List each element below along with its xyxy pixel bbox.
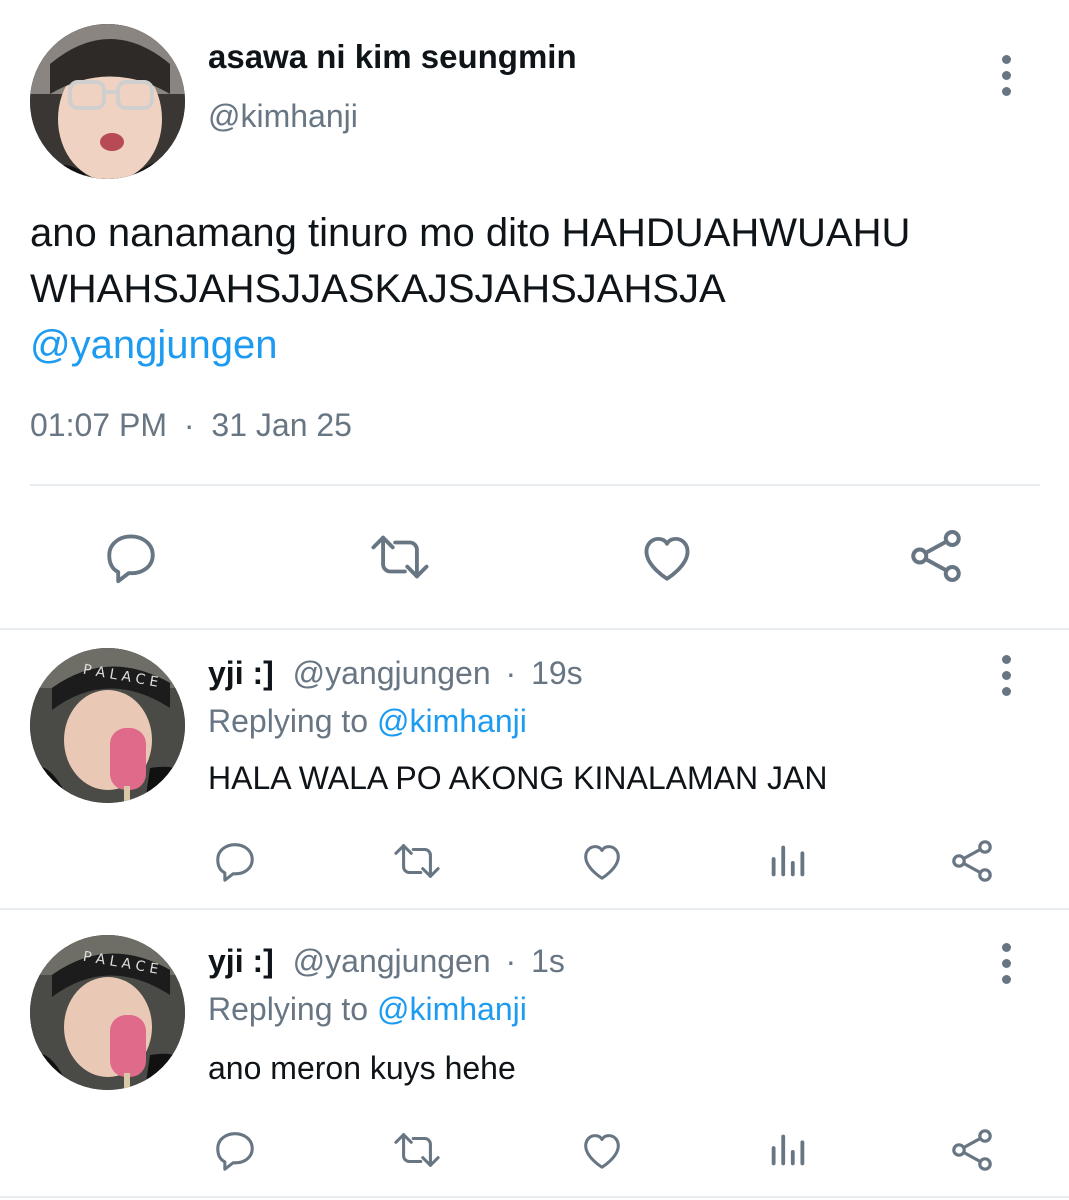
more-dot-icon xyxy=(1001,942,1011,952)
more-dot-icon xyxy=(1001,670,1011,680)
reply-more-options-button[interactable] xyxy=(996,938,1016,988)
share-icon xyxy=(952,1129,992,1171)
reply-handle[interactable]: @yangjungen xyxy=(293,655,491,691)
main-share-button[interactable] xyxy=(906,526,966,591)
main-reply-button[interactable] xyxy=(102,528,160,591)
replying-to-link[interactable]: @kimhanji xyxy=(377,703,527,739)
main-display-name[interactable]: asawa ni kim seungmin xyxy=(208,38,577,76)
reply-time: 19s xyxy=(531,655,583,691)
retweet-icon xyxy=(394,844,440,878)
reply-retweet-button[interactable] xyxy=(390,838,444,889)
reply-icon xyxy=(216,1132,254,1171)
reply-icon xyxy=(107,534,155,584)
section-divider xyxy=(0,1196,1069,1198)
reply-like-button[interactable] xyxy=(579,838,625,889)
reply-icon xyxy=(216,843,254,882)
section-divider xyxy=(0,908,1069,910)
more-dot-icon xyxy=(1001,654,1011,664)
more-dot-icon xyxy=(1001,974,1011,984)
main-retweet-button[interactable] xyxy=(367,528,433,591)
replying-to-line: Replying to @kimhanji xyxy=(208,703,527,740)
reply-separator: · xyxy=(505,943,517,979)
reply-avatar[interactable]: P A L A C E xyxy=(30,648,185,803)
reply-header: yji :] @yangjungen · 19s xyxy=(208,655,583,692)
replying-to-label: Replying to xyxy=(208,991,369,1027)
share-icon xyxy=(911,530,961,582)
reply-separator: · xyxy=(505,655,517,691)
reply-avatar[interactable]: P A L A C E xyxy=(30,935,185,1090)
main-tweet-time: 01:07 PM xyxy=(30,407,167,443)
replying-to-label: Replying to xyxy=(208,703,369,739)
main-more-options-button[interactable] xyxy=(996,50,1016,100)
reply-reply-button[interactable] xyxy=(212,838,258,889)
reply-reply-button[interactable] xyxy=(212,1127,258,1178)
more-dot-icon xyxy=(1001,70,1011,80)
reply-display-name[interactable]: yji :] xyxy=(208,943,274,979)
reply-text: HALA WALA PO AKONG KINALAMAN JAN xyxy=(208,760,828,796)
main-tweet-text: ano nanamang tinuro mo dito HAHDUAHWUAHU… xyxy=(30,205,910,373)
reply-handle[interactable]: @yangjungen xyxy=(293,943,491,979)
more-dot-icon xyxy=(1001,958,1011,968)
more-dot-icon xyxy=(1001,686,1011,696)
reply-time: 1s xyxy=(531,943,565,979)
main-tweet-timestamp: 01:07 PM · 31 Jan 25 xyxy=(30,407,352,444)
reply-header: yji :] @yangjungen · 1s xyxy=(208,943,565,980)
main-tweet-text-line2: WHAHSJAHSJJASKAJSJAHSJAHSJA xyxy=(30,267,726,311)
reply-analytics-button[interactable] xyxy=(765,838,811,889)
replying-to-line: Replying to @kimhanji xyxy=(208,991,527,1028)
main-avatar[interactable] xyxy=(30,24,185,179)
share-icon xyxy=(952,840,992,882)
like-icon xyxy=(584,845,620,880)
timestamp-separator: · xyxy=(183,407,195,443)
reply-share-button[interactable] xyxy=(948,837,996,890)
main-tweet-mention-link[interactable]: @yangjungen xyxy=(30,317,910,373)
section-divider xyxy=(0,628,1069,630)
main-handle[interactable]: @kimhanji xyxy=(208,98,358,135)
retweet-icon xyxy=(371,535,429,579)
like-icon xyxy=(644,536,690,581)
reply-analytics-button[interactable] xyxy=(765,1127,811,1178)
replying-to-link[interactable]: @kimhanji xyxy=(377,991,527,1027)
main-tweet-date: 31 Jan 25 xyxy=(211,407,352,443)
retweet-icon xyxy=(394,1133,440,1167)
reply-share-button[interactable] xyxy=(948,1126,996,1179)
reply-retweet-button[interactable] xyxy=(390,1127,444,1178)
main-tweet-text-line1: ano nanamang tinuro mo dito HAHDUAHWUAHU xyxy=(30,211,911,255)
main-tweet-divider xyxy=(30,484,1040,486)
reply-display-name[interactable]: yji :] xyxy=(208,655,274,691)
like-icon xyxy=(584,1134,620,1169)
analytics-icon xyxy=(771,845,805,877)
more-dot-icon xyxy=(1001,86,1011,96)
reply-text: ano meron kuys hehe xyxy=(208,1050,516,1086)
main-like-button[interactable] xyxy=(638,528,696,591)
reply-more-options-button[interactable] xyxy=(996,650,1016,700)
analytics-icon xyxy=(771,1134,805,1166)
reply-like-button[interactable] xyxy=(579,1127,625,1178)
more-dot-icon xyxy=(1001,54,1011,64)
